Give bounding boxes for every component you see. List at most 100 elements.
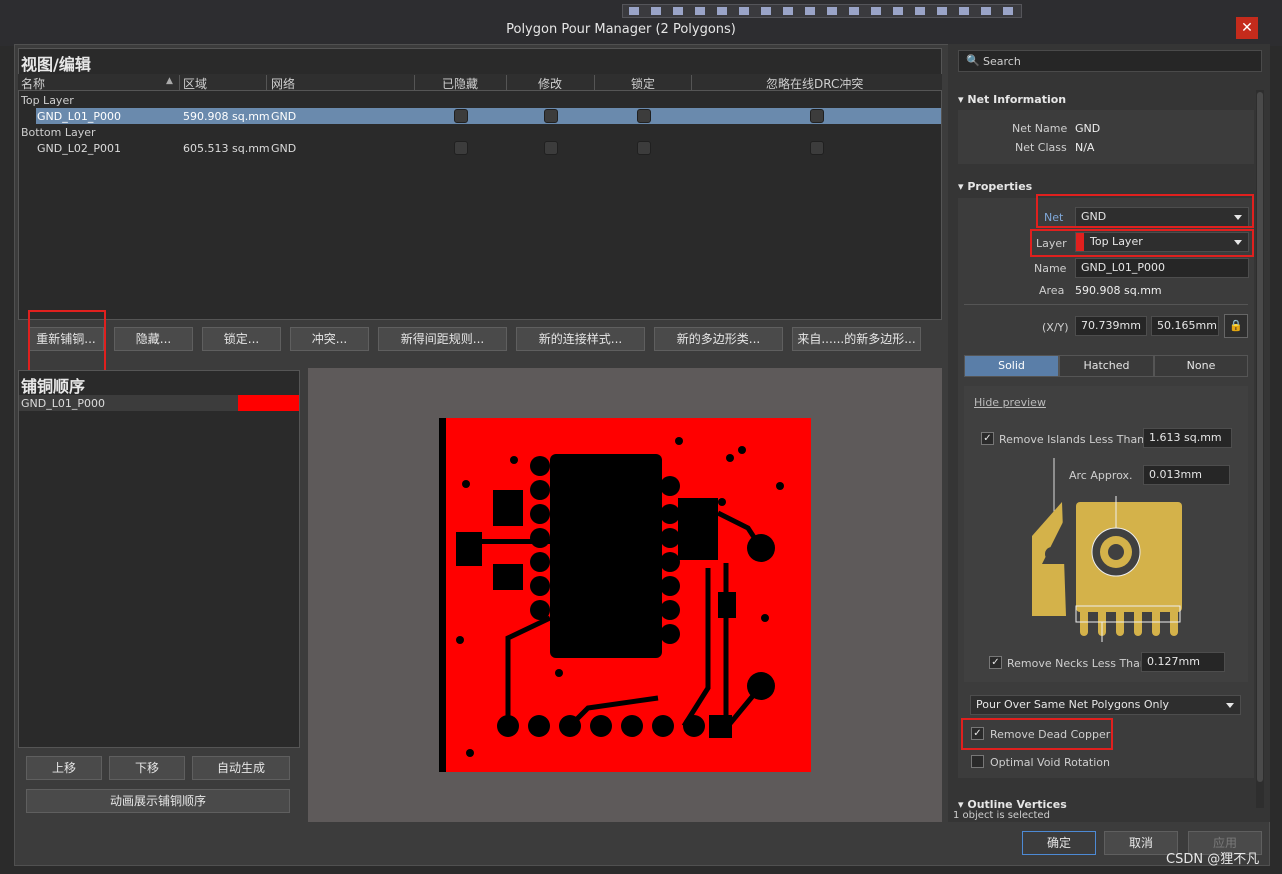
toolbar-icon[interactable] <box>739 7 749 15</box>
net-info-box <box>958 110 1254 164</box>
window-title: Polygon Pour Manager (2 Polygons) <box>506 22 736 37</box>
auto-generate-button[interactable]: 自动生成 <box>192 756 290 780</box>
remove-necks-field[interactable]: 0.127mm <box>1141 652 1225 672</box>
col-name[interactable]: 名称 <box>21 75 45 92</box>
toolbar-icon[interactable] <box>1003 7 1013 15</box>
col-modify[interactable]: 修改 <box>538 75 562 92</box>
hide-preview-link[interactable]: Hide preview <box>974 396 1046 409</box>
toolbar-icon[interactable] <box>827 7 837 15</box>
toolbar-icon[interactable] <box>849 7 859 15</box>
area-label: Area <box>1039 284 1065 297</box>
col-net[interactable]: 网络 <box>271 75 295 92</box>
toolbar-icon[interactable] <box>783 7 793 15</box>
pour-over-dropdown[interactable]: Pour Over Same Net Polygons Only <box>970 695 1241 715</box>
search-placeholder: Search <box>983 55 1021 68</box>
remove-islands-checkbox[interactable]: ✓ <box>981 432 994 445</box>
y-field[interactable]: 50.165mm <box>1151 316 1219 336</box>
area-value: 590.908 sq.mm <box>1075 284 1162 297</box>
fill-mode-hatched[interactable]: Hatched <box>1059 355 1154 377</box>
list-item[interactable]: GND_L01_P000 <box>19 395 299 411</box>
animate-order-button[interactable]: 动画展示铺铜顺序 <box>26 789 290 813</box>
lock-checkbox[interactable] <box>637 109 651 123</box>
toolbar-icon[interactable] <box>717 7 727 15</box>
search-input[interactable]: 🔍 Search <box>958 50 1262 72</box>
x-field[interactable]: 70.739mm <box>1075 316 1147 336</box>
toolbar-icon[interactable] <box>673 7 683 15</box>
toolbar-icon[interactable] <box>893 7 903 15</box>
col-hidden[interactable]: 已隐藏 <box>442 75 478 92</box>
highlight-box <box>28 310 106 372</box>
pour-order-heading: 铺铜顺序 <box>21 377 86 396</box>
lock-icon[interactable]: 🔒 <box>1224 314 1248 338</box>
col-ignore-drc[interactable]: 忽略在线DRC冲突 <box>766 75 863 92</box>
collapse-icon: ▾ <box>958 180 968 193</box>
hide-button[interactable]: 隐藏... <box>114 327 193 351</box>
grid-header: 名称 ▲ 区域 网络 已隐藏 修改 锁定 忽略在线DRC冲突 <box>18 74 942 91</box>
pcb-polygon-image <box>439 418 811 772</box>
move-down-button[interactable]: 下移 <box>109 756 185 780</box>
lock-button[interactable]: 锁定... <box>202 327 281 351</box>
remove-islands-field[interactable]: 1.613 sq.mm <box>1143 428 1232 448</box>
highlight-box <box>961 718 1113 750</box>
optimal-void-checkbox[interactable] <box>971 755 984 768</box>
hidden-checkbox[interactable] <box>454 109 468 123</box>
modify-checkbox[interactable] <box>544 109 558 123</box>
row-name: GND_L02_P001 <box>37 142 121 155</box>
group-bottom-layer: Bottom Layer <box>21 126 96 139</box>
watermark: CSDN @狸不凡 <box>1166 852 1260 867</box>
properties-title[interactable]: ▾ Properties <box>958 180 1032 193</box>
toolbar-icon[interactable] <box>871 7 881 15</box>
toolbar-icon[interactable] <box>695 7 705 15</box>
table-row[interactable]: GND_L01_P000 590.908 sq.mm GND <box>36 108 941 124</box>
selection-status: 1 object is selected <box>953 810 1050 821</box>
col-lock[interactable]: 锁定 <box>631 75 655 92</box>
new-connect-style-button[interactable]: 新的连接样式... <box>516 327 645 351</box>
pour-preview-illustration <box>1032 458 1182 642</box>
lock-checkbox[interactable] <box>637 141 651 155</box>
toolbar-icon[interactable] <box>937 7 947 15</box>
col-area[interactable]: 区域 <box>183 75 207 92</box>
collapse-icon: ▾ <box>958 93 968 106</box>
sort-asc-icon[interactable]: ▲ <box>166 76 173 86</box>
row-net: GND <box>271 142 297 155</box>
net-name-label: Net Name <box>1012 122 1068 135</box>
toolbar-icon[interactable] <box>915 7 925 15</box>
divider <box>964 304 1248 305</box>
view-edit-heading: 视图/编辑 <box>21 55 91 74</box>
remove-necks-checkbox[interactable]: ✓ <box>989 656 1002 669</box>
close-button[interactable]: ✕ <box>1236 17 1258 39</box>
group-top-layer: Top Layer <box>21 94 74 107</box>
scrollbar-thumb[interactable] <box>1257 92 1263 782</box>
new-clearance-rule-button[interactable]: 新得间距规则... <box>378 327 507 351</box>
modify-checkbox[interactable] <box>544 141 558 155</box>
toolbar-icon[interactable] <box>761 7 771 15</box>
highlight-box <box>1030 229 1254 257</box>
table-row[interactable]: GND_L02_P001 605.513 sq.mm GND <box>36 140 941 156</box>
ok-button[interactable]: 确定 <box>1022 831 1096 855</box>
ignore-drc-checkbox[interactable] <box>810 141 824 155</box>
toolbar-icon[interactable] <box>629 7 639 15</box>
move-up-button[interactable]: 上移 <box>26 756 102 780</box>
row-area: 590.908 sq.mm <box>183 110 270 123</box>
net-name-value: GND <box>1075 122 1101 135</box>
new-polygon-from-button[interactable]: 来自......的新多边形... <box>792 327 921 351</box>
ignore-drc-checkbox[interactable] <box>810 109 824 123</box>
order-item-name: GND_L01_P000 <box>21 397 105 410</box>
net-info-title[interactable]: ▾ Net Information <box>958 93 1066 106</box>
row-name: GND_L01_P000 <box>37 110 121 123</box>
net-class-value: N/A <box>1075 141 1095 154</box>
new-polygon-class-button[interactable]: 新的多边形类... <box>654 327 783 351</box>
chevron-down-icon <box>1226 703 1234 708</box>
fill-mode-solid[interactable]: Solid <box>964 355 1059 377</box>
hidden-checkbox[interactable] <box>454 141 468 155</box>
violations-button[interactable]: 冲突... <box>290 327 369 351</box>
remove-islands-label: Remove Islands Less Than <box>999 433 1145 446</box>
toolbar-icon[interactable] <box>805 7 815 15</box>
highlight-box <box>1036 194 1254 228</box>
toolbar-icon[interactable] <box>651 7 661 15</box>
fill-mode-none[interactable]: None <box>1154 355 1248 377</box>
toolbar-icon[interactable] <box>981 7 991 15</box>
toolbar-icon[interactable] <box>959 7 969 15</box>
name-label: Name <box>1034 262 1067 275</box>
name-field[interactable]: GND_L01_P000 <box>1075 258 1249 278</box>
